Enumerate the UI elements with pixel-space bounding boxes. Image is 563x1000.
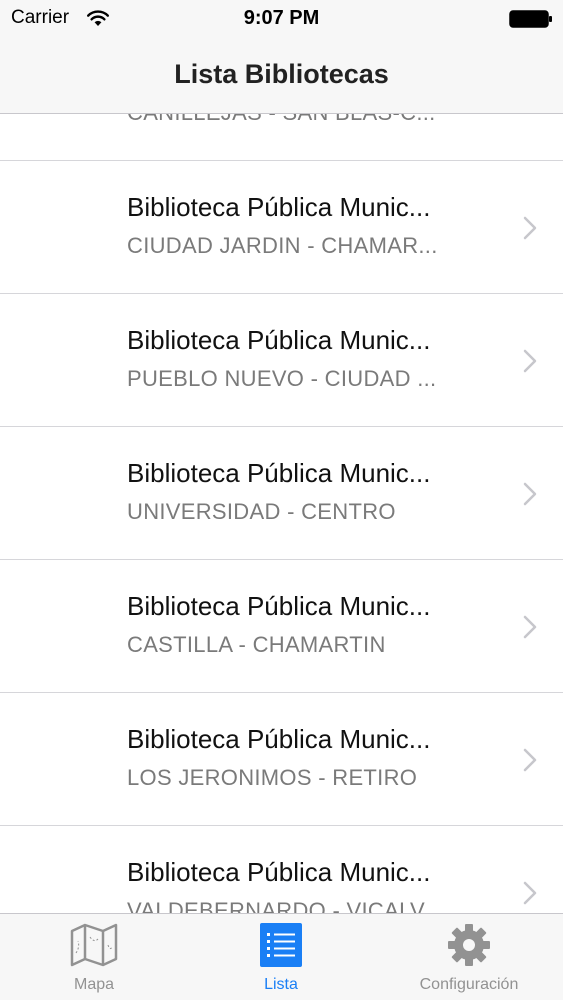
chevron-right-icon [523, 482, 537, 506]
list-icon [260, 923, 302, 967]
list-item-subtitle: CIUDAD JARDIN - CHAMAR... [127, 233, 438, 258]
tab-label: Mapa [73, 976, 115, 993]
screen: CANILLEJAS - SAN BLAS-C... Biblioteca Pú… [0, 0, 563, 1000]
chevron-right-icon [523, 216, 537, 240]
navigation-bar: Lista Bibliotecas [0, 40, 563, 114]
list-item[interactable]: Biblioteca Pública Munic... LOS JERONIMO… [0, 693, 563, 826]
map-icon [70, 923, 118, 967]
tab-lista[interactable]: Lista [207, 914, 355, 1000]
list-item-subtitle: CASTILLA - CHAMARTIN [127, 632, 386, 657]
list-item-title: Biblioteca Pública Munic... [127, 591, 431, 621]
list-item-subtitle: PUEBLO NUEVO - CIUDAD ... [127, 366, 437, 391]
list-item[interactable]: Biblioteca Pública Munic... UNIVERSIDAD … [0, 427, 563, 560]
tab-label: Lista [264, 976, 298, 993]
status-time: 9:07 PM [243, 7, 320, 29]
battery-icon [509, 10, 552, 28]
list-item-title: Biblioteca Pública Munic... [127, 192, 431, 222]
library-list[interactable]: CANILLEJAS - SAN BLAS-C... Biblioteca Pú… [0, 28, 563, 959]
list-item[interactable]: Biblioteca Pública Munic... CASTILLA - C… [0, 560, 563, 693]
list-item[interactable]: Biblioteca Pública Munic... PUEBLO NUEVO… [0, 294, 563, 427]
tab-bar: Mapa Lista Configuración [0, 913, 563, 1000]
chevron-right-icon [523, 748, 537, 772]
list-item-title: Biblioteca Pública Munic... [127, 325, 431, 355]
tab-mapa[interactable]: Mapa [20, 914, 168, 1000]
list-item-title: Biblioteca Pública Munic... [127, 857, 431, 887]
tab-label: Configuración [419, 976, 519, 993]
chevron-right-icon [523, 881, 537, 905]
status-bar: Carrier 9:07 PM [0, 0, 563, 40]
chevron-right-icon [523, 615, 537, 639]
page-title: Lista Bibliotecas [174, 59, 389, 89]
list-item-title: Biblioteca Pública Munic... [127, 724, 431, 754]
list-item-subtitle: UNIVERSIDAD - CENTRO [127, 499, 396, 524]
gear-icon [448, 924, 490, 966]
tab-configuracion[interactable]: Configuración [394, 914, 544, 1000]
chevron-right-icon [523, 349, 537, 373]
list-item[interactable]: Biblioteca Pública Munic... CIUDAD JARDI… [0, 161, 563, 294]
list-item-subtitle: LOS JERONIMOS - RETIRO [127, 765, 418, 790]
list-item-title: Biblioteca Pública Munic... [127, 458, 431, 488]
